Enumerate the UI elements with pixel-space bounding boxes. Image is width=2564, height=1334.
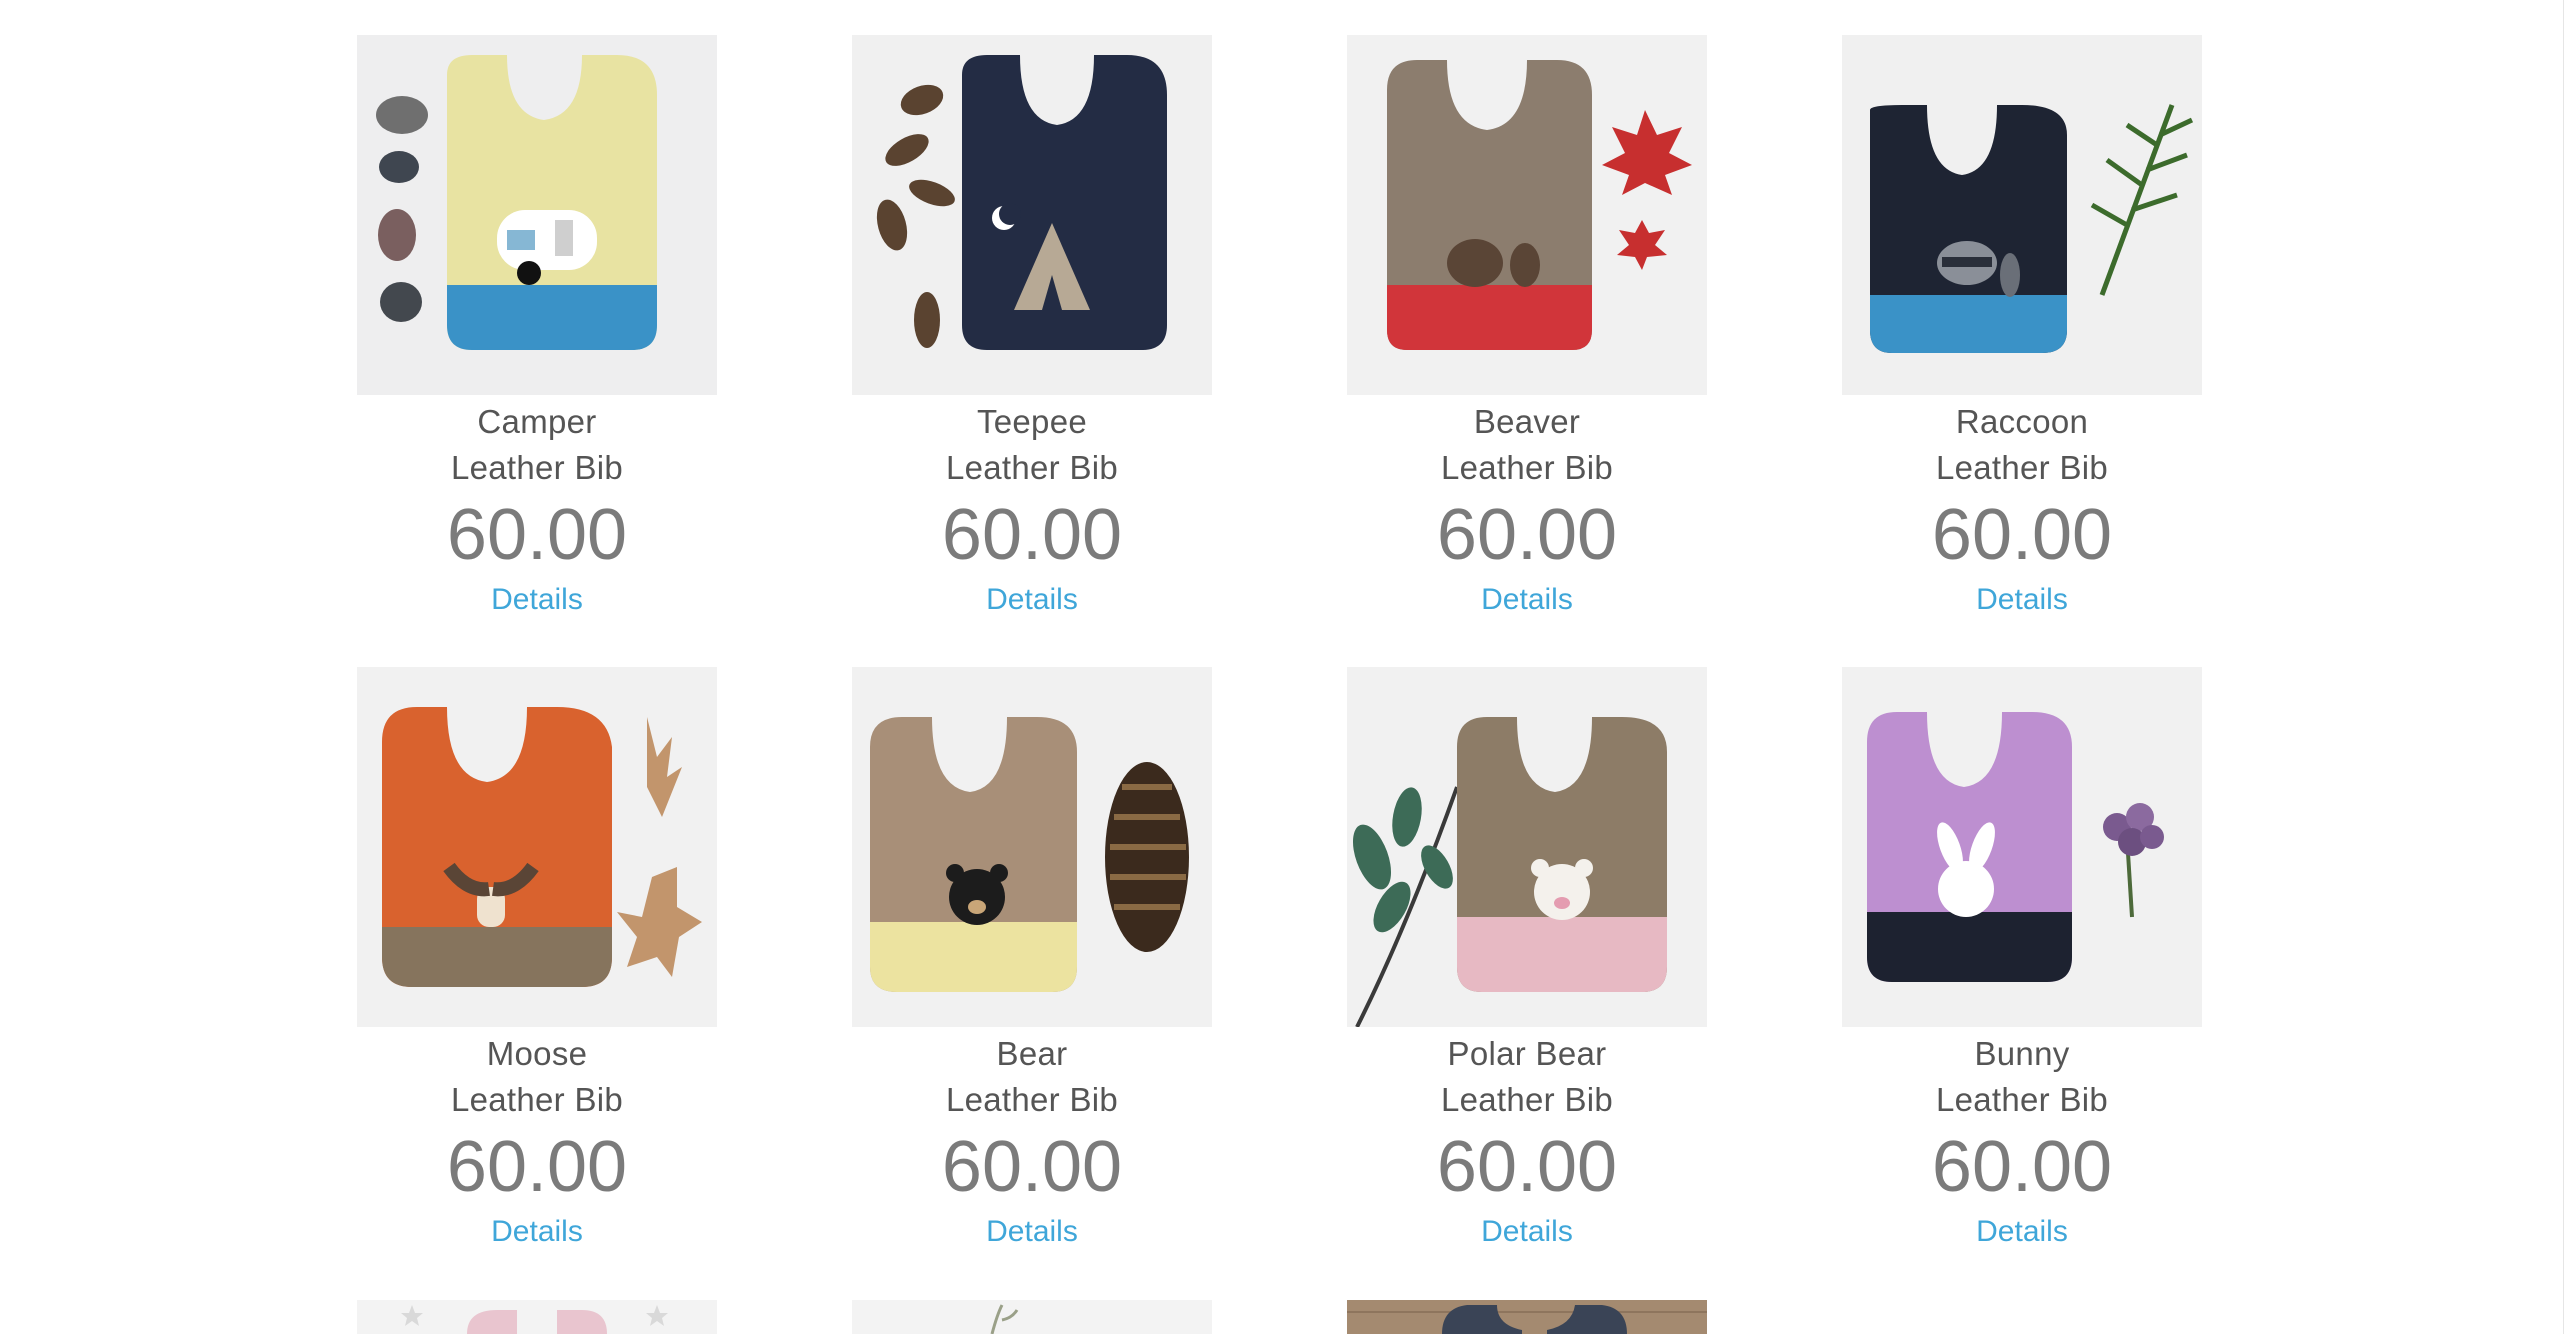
product-title: Polar Bear xyxy=(1447,1035,1607,1072)
product-card: Raccoon Leather Bib 60.00 Details xyxy=(1842,35,2202,620)
product-grid-page: Camper Leather Bib 60.00 Details Teepee … xyxy=(0,0,2564,1334)
product-card: Camper Leather Bib 60.00 Details xyxy=(357,35,717,620)
product-image[interactable] xyxy=(357,35,717,395)
moose-bib-image xyxy=(357,667,717,1027)
product-name: Bear Leather Bib xyxy=(852,1031,1212,1123)
details-link[interactable]: Details xyxy=(1976,580,2068,620)
details-link[interactable]: Details xyxy=(491,1212,583,1252)
details-link[interactable]: Details xyxy=(986,580,1078,620)
product-title: Beaver xyxy=(1473,403,1581,440)
product-title: Camper xyxy=(477,403,597,440)
product-price: 60.00 xyxy=(1931,495,2113,575)
product-image[interactable] xyxy=(1347,667,1707,1027)
product-name: Camper Leather Bib xyxy=(357,399,717,491)
product-image[interactable] xyxy=(1842,35,2202,395)
product-title: Teepee xyxy=(976,403,1088,440)
details-link[interactable]: Details xyxy=(986,1212,1078,1252)
camper-bib-image xyxy=(357,35,717,395)
product-price: 60.00 xyxy=(446,495,628,575)
product-subtitle: Leather Bib xyxy=(1440,449,1614,486)
product-image[interactable] xyxy=(357,667,717,1027)
product-subtitle: Leather Bib xyxy=(945,449,1119,486)
details-link[interactable]: Details xyxy=(1481,580,1573,620)
details-link[interactable]: Details xyxy=(491,580,583,620)
product-image-partial[interactable] xyxy=(357,1300,717,1334)
product-name: Teepee Leather Bib xyxy=(852,399,1212,491)
product-subtitle: Leather Bib xyxy=(1440,1081,1614,1118)
product-title: Bear xyxy=(996,1035,1068,1072)
product-image[interactable] xyxy=(1842,667,2202,1027)
product-name: Polar Bear Leather Bib xyxy=(1347,1031,1707,1123)
raccoon-bib-image xyxy=(1842,35,2202,395)
product-title: Raccoon xyxy=(1955,403,2089,440)
product-card: Polar Bear Leather Bib 60.00 Details xyxy=(1347,667,1707,1252)
beaver-bib-image xyxy=(1347,35,1707,395)
product-subtitle: Leather Bib xyxy=(450,449,624,486)
product-image[interactable] xyxy=(1347,35,1707,395)
bunny-bib-image xyxy=(1842,667,2202,1027)
product-name: Bunny Leather Bib xyxy=(1842,1031,2202,1123)
product-title: Bunny xyxy=(1974,1035,2070,1072)
stars-icon xyxy=(357,1300,717,1334)
product-card: Teepee Leather Bib 60.00 Details xyxy=(852,35,1212,620)
product-subtitle: Leather Bib xyxy=(450,1081,624,1118)
details-link[interactable]: Details xyxy=(1481,1212,1573,1252)
product-image-partial[interactable] xyxy=(1347,1300,1707,1334)
polar-bear-bib-image xyxy=(1347,667,1707,1027)
product-subtitle: Leather Bib xyxy=(945,1081,1119,1118)
teepee-bib-image xyxy=(852,35,1212,395)
product-card: Bear Leather Bib 60.00 Details xyxy=(852,667,1212,1252)
bear-bib-image xyxy=(852,667,1212,1027)
product-price: 60.00 xyxy=(1436,1127,1618,1207)
product-price: 60.00 xyxy=(1436,495,1618,575)
product-subtitle: Leather Bib xyxy=(1935,1081,2109,1118)
pinecone-icon xyxy=(1105,762,1189,952)
product-image[interactable] xyxy=(852,35,1212,395)
leaf-icon xyxy=(852,1300,1212,1334)
product-price: 60.00 xyxy=(1931,1127,2113,1207)
product-image[interactable] xyxy=(852,667,1212,1027)
product-price: 60.00 xyxy=(941,1127,1123,1207)
product-price: 60.00 xyxy=(446,1127,628,1207)
product-image-partial[interactable] xyxy=(852,1300,1212,1334)
product-name: Beaver Leather Bib xyxy=(1347,399,1707,491)
beaver-icon xyxy=(1447,239,1540,287)
product-card: Moose Leather Bib 60.00 Details xyxy=(357,667,717,1252)
product-subtitle: Leather Bib xyxy=(1935,449,2109,486)
details-link[interactable]: Details xyxy=(1976,1212,2068,1252)
product-card: Beaver Leather Bib 60.00 Details xyxy=(1347,35,1707,620)
wood-icon xyxy=(1347,1300,1707,1334)
product-card: Bunny Leather Bib 60.00 Details xyxy=(1842,667,2202,1252)
product-name: Moose Leather Bib xyxy=(357,1031,717,1123)
product-price: 60.00 xyxy=(941,495,1123,575)
product-title: Moose xyxy=(486,1035,588,1072)
product-name: Raccoon Leather Bib xyxy=(1842,399,2202,491)
